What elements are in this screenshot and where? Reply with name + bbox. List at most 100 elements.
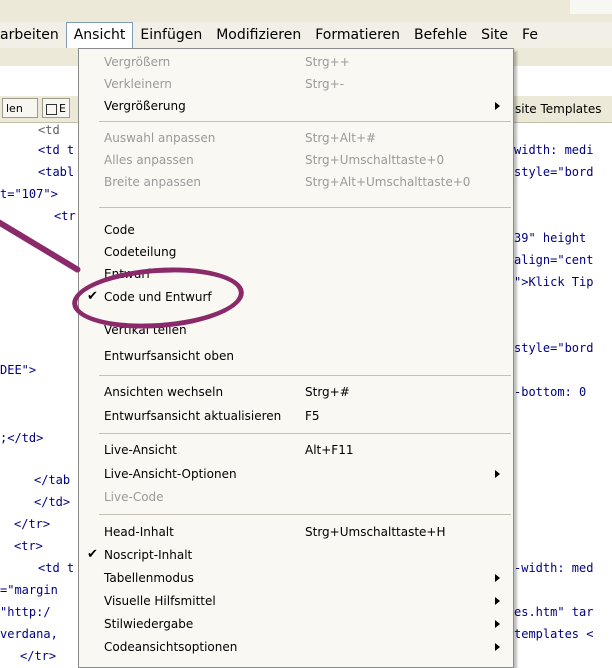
menu-item-codeteilung[interactable]: Codeteilung: [79, 241, 513, 263]
menu-einfuegen[interactable]: Einfügen: [133, 22, 209, 48]
menu-item-label: Live-Code: [104, 490, 164, 504]
menu-item-label: Visuelle Hilfsmittel: [104, 594, 216, 608]
code-view-button[interactable]: len: [2, 98, 38, 118]
menu-item-label: Live-Ansicht-Optionen: [104, 467, 237, 481]
menu-item-auswahl-anpassen[interactable]: Auswahl anpassen Strg+Alt+#: [79, 127, 513, 149]
menu-item-entwurfsansicht-aktualisieren[interactable]: Entwurfsansicht aktualisieren F5: [79, 405, 513, 427]
menu-item-label: Code: [104, 223, 135, 237]
menu-item-label: Noscript-Inhalt: [104, 548, 193, 562]
code-line: </tr>: [20, 649, 57, 663]
menubar-items: arbeiten Ansicht Einfügen Modifizieren F…: [0, 22, 545, 48]
menu-item-shortcut: Strg+Alt+Umschalttaste+0: [305, 175, 471, 189]
menu-item-label: Breite anpassen: [104, 175, 201, 189]
menu-item-head-inhalt[interactable]: Head-Inhalt Strg+Umschalttaste+H: [79, 521, 513, 543]
menu-item-live-ansicht-optionen[interactable]: Live-Ansicht-Optionen: [79, 463, 513, 485]
menu-item-code[interactable]: Code: [79, 219, 513, 241]
menu-formatieren[interactable]: Formatieren: [308, 22, 407, 48]
menu-item-shortcut: Strg+-: [305, 77, 345, 91]
chevron-right-icon: [495, 597, 500, 605]
menu-item-alles-anpassen[interactable]: Alles anpassen Strg+Umschalttaste+0: [79, 149, 513, 171]
menu-item-verkleinern[interactable]: Verkleinern Strg+-: [79, 73, 513, 95]
menu-item-label: Entwurfsansicht oben: [104, 349, 234, 363]
window-corner: [570, 0, 612, 14]
code-line: templates <: [514, 627, 594, 641]
menu-item-noscript-inhalt[interactable]: ✔ Noscript-Inhalt: [79, 544, 513, 566]
menu-item-label: Alles anpassen: [104, 153, 194, 167]
code-line: "http:/: [0, 605, 51, 619]
menu-item-codeansichtsoptionen[interactable]: Codeansichtsoptionen: [79, 636, 513, 658]
menu-bearbeiten[interactable]: arbeiten: [0, 22, 66, 48]
code-line: ="margin: [0, 583, 58, 597]
menu-item-label: Stilwiedergabe: [104, 617, 194, 631]
menu-item-label: Ansichten wechseln: [104, 385, 224, 399]
menu-item-shortcut: Strg+#: [305, 385, 350, 399]
code-line: <td: [38, 123, 60, 137]
menu-item-label: Vergrößerung: [104, 99, 186, 113]
code-line: <tabl: [38, 165, 75, 179]
menu-item-label: Codeteilung: [104, 245, 177, 259]
menu-ansicht[interactable]: Ansicht: [65, 22, 134, 48]
chevron-right-icon: [495, 470, 500, 478]
menu-modifizieren[interactable]: Modifizieren: [209, 22, 308, 48]
menu-item-tabellenmodus[interactable]: Tabellenmodus: [79, 567, 513, 589]
menu-item-entwurfsansicht-oben[interactable]: Entwurfsansicht oben: [79, 345, 513, 367]
menu-item-shortcut: F5: [305, 409, 320, 423]
code-line: style="bord: [514, 341, 594, 355]
code-line: align="cent: [514, 253, 594, 267]
menu-item-label: Auswahl anpassen: [104, 131, 216, 145]
menu-site[interactable]: Site: [474, 22, 515, 48]
code-line: es.htm" tar: [514, 605, 594, 619]
code-line: ">Klick Tip: [514, 275, 594, 289]
menu-item-shortcut: Strg+Alt+#: [305, 131, 377, 145]
menu-item-label: Codeansichtsoptionen: [104, 640, 238, 654]
code-line: <td t: [38, 561, 75, 575]
menu-item-live-code[interactable]: Live-Code: [79, 486, 513, 508]
menu-item-label: Verkleinern: [104, 77, 172, 91]
menu-separator: [99, 514, 511, 515]
code-line: -bottom: 0: [514, 385, 587, 399]
menu-item-label: Vergrößern: [104, 55, 171, 69]
menu-item-shortcut: Strg++: [305, 55, 350, 69]
menu-fenster[interactable]: Fe: [515, 22, 545, 48]
checkmark-icon: ✔: [87, 547, 98, 562]
menu-befehle[interactable]: Befehle: [407, 22, 474, 48]
code-line: 39" height: [514, 231, 587, 245]
menu-separator: [99, 121, 511, 122]
ansicht-dropdown-menu: Vergrößern Strg++ Verkleinern Strg+- Ver…: [78, 48, 514, 668]
menu-item-ansichten-wechseln[interactable]: Ansichten wechseln Strg+#: [79, 381, 513, 403]
code-line: </td>: [34, 495, 71, 509]
menu-separator: [99, 375, 511, 376]
menu-item-breite-anpassen[interactable]: Breite anpassen Strg+Alt+Umschalttaste+0: [79, 171, 513, 193]
code-line: style="bord: [514, 165, 594, 179]
menu-separator: [99, 433, 511, 434]
chevron-right-icon: [495, 574, 500, 582]
chevron-right-icon: [495, 620, 500, 628]
menu-item-stilwiedergabe[interactable]: Stilwiedergabe: [79, 613, 513, 635]
menu-item-label: Head-Inhalt: [104, 525, 174, 539]
menu-item-label: Tabellenmodus: [104, 571, 194, 585]
code-line: -width: med: [514, 561, 594, 575]
code-line: <td t: [38, 143, 75, 157]
menu-item-visuelle-hilfsmittel[interactable]: Visuelle Hilfsmittel: [79, 590, 513, 612]
menu-item-label: Entwurfsansicht aktualisieren: [104, 409, 282, 423]
split-view-icon: [46, 103, 57, 115]
menu-separator: [99, 207, 511, 208]
code-line: ;</td>: [0, 431, 44, 445]
code-line: DEE">: [0, 363, 37, 377]
code-line: width: medi: [514, 143, 594, 157]
menu-item-vergroessern[interactable]: Vergrößern Strg++: [79, 51, 513, 73]
menu-item-shortcut: Strg+Umschalttaste+0: [305, 153, 445, 167]
menu-item-live-ansicht[interactable]: Live-Ansicht Alt+F11: [79, 439, 513, 461]
chevron-right-icon: [495, 643, 500, 651]
menu-item-label: Live-Ansicht: [104, 443, 177, 457]
code-line: t="107">: [0, 187, 58, 201]
split-view-label: E: [59, 102, 66, 115]
tab-site-templates[interactable]: site Templates: [507, 98, 602, 120]
menu-item-vergroesserung[interactable]: Vergrößerung: [79, 95, 513, 117]
menu-item-shortcut: Alt+F11: [305, 443, 354, 457]
code-line: <tr>: [14, 539, 43, 553]
menu-item-shortcut: Strg+Umschalttaste+H: [305, 525, 446, 539]
code-line: <tr: [54, 209, 76, 223]
split-view-button[interactable]: E: [42, 98, 70, 118]
code-line: </tab: [34, 473, 71, 487]
